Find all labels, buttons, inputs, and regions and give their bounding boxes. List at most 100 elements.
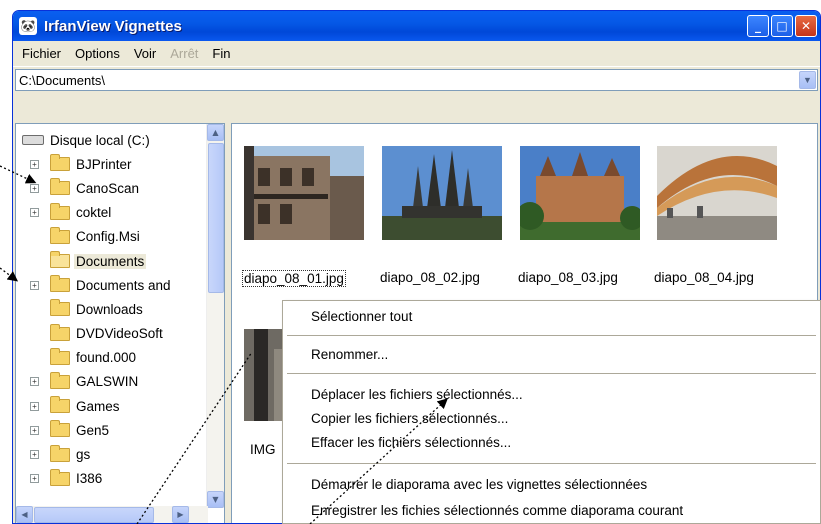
tree-folder-item[interactable]: + coktel: [16, 201, 206, 225]
tree-folder-item[interactable]: + GALSWIN: [16, 370, 206, 394]
expand-plus-icon[interactable]: +: [30, 474, 39, 484]
menu-delete-selected[interactable]: Effacer les fichiers sélectionnés...: [311, 435, 511, 450]
tree-folder-label: gs: [76, 447, 91, 463]
folder-icon: [50, 299, 70, 317]
folder-icon: [50, 323, 70, 341]
tree-vertical-scrollbar[interactable]: ▲ ▼: [206, 124, 224, 508]
tree-folder-item[interactable]: + gs: [16, 442, 206, 466]
thumbnail-image[interactable]: [520, 146, 640, 240]
tree-folder-label: DVDVideoSoft: [76, 326, 163, 342]
tree-folder-label: BJPrinter: [76, 156, 132, 172]
maximize-button[interactable]: □: [771, 15, 793, 37]
address-value: C:\Documents\: [19, 72, 105, 88]
open-folder-icon: [50, 251, 70, 269]
folder-icon: [50, 396, 70, 414]
folder-icon: [50, 202, 70, 220]
expand-plus-icon[interactable]: +: [30, 401, 39, 411]
tree-folder-label: Config.Msi: [76, 229, 140, 245]
folder-icon: [50, 154, 70, 172]
menu-rename[interactable]: Renommer...: [311, 347, 388, 362]
menu-fichier[interactable]: Fichier: [15, 46, 68, 61]
tree-folder-label: Games: [76, 398, 120, 414]
folder-icon: [50, 468, 70, 486]
expand-plus-icon[interactable]: +: [30, 208, 39, 218]
menu-move-selected[interactable]: Déplacer les fichiers sélectionnés...: [311, 387, 523, 402]
title-bar: 🐼 IrfanView Vignettes _ □ ✕: [13, 11, 820, 41]
tree-folder-label: CanoScan: [76, 180, 140, 196]
expand-plus-icon[interactable]: +: [30, 183, 39, 193]
tree-root-drive[interactable]: Disque local (C:): [16, 128, 206, 152]
tree-folder-item[interactable]: + BJPrinter: [16, 152, 206, 176]
tree-folder-label: found.000: [76, 350, 137, 366]
tree-folder-item[interactable]: + Games: [16, 394, 206, 418]
tree-folder-item[interactable]: + I386: [16, 467, 206, 491]
tree-folder-item[interactable]: Config.Msi: [16, 225, 206, 249]
thumbnail-image[interactable]: [657, 146, 777, 240]
tree-folder-label: GALSWIN: [76, 374, 139, 390]
menu-save-as-slideshow[interactable]: Enregistrer les fichies sélectionnés com…: [311, 503, 683, 518]
menu-separator: [287, 335, 816, 336]
thumbnail-filename[interactable]: diapo_08_03.jpg: [518, 270, 618, 285]
folder-icon: [50, 226, 70, 244]
tree-folder-label: Documents and: [76, 277, 171, 293]
tree-folder-label: Gen5: [76, 422, 110, 438]
window-title: IrfanView Vignettes: [44, 17, 182, 35]
tree-root-label: Disque local (C:): [50, 132, 150, 148]
tree-folder-item[interactable]: found.000: [16, 346, 206, 370]
scroll-left-arrow-icon[interactable]: ◀: [16, 506, 33, 523]
expand-plus-icon[interactable]: +: [30, 450, 39, 460]
expand-plus-icon[interactable]: +: [30, 159, 39, 169]
tree-folder-item[interactable]: + Documents and: [16, 273, 206, 297]
scroll-right-arrow-icon[interactable]: ▶: [172, 506, 189, 523]
menu-fin[interactable]: Fin: [205, 46, 237, 61]
menu-arret: Arrêt: [170, 46, 199, 61]
window-controls: _ □ ✕: [747, 15, 817, 37]
thumbnail-filename[interactable]: diapo_08_02.jpg: [380, 270, 480, 285]
folder-icon: [50, 444, 70, 462]
expand-plus-icon[interactable]: +: [30, 280, 39, 290]
tree-hscroll-thumb[interactable]: [34, 507, 154, 523]
tree-folder-label: I386: [76, 471, 103, 487]
tree-folder-label: coktel: [76, 205, 112, 221]
scroll-down-arrow-icon[interactable]: ▼: [207, 491, 224, 508]
folder-icon: [50, 371, 70, 389]
menu-bar: Fichier Options Voir Arrêt Fin: [13, 41, 820, 67]
thumbnail-image[interactable]: [244, 146, 364, 240]
folder-icon: [50, 347, 70, 365]
menu-start-slideshow[interactable]: Démarrer le diaporama avec les vignettes…: [311, 477, 647, 492]
expand-plus-icon[interactable]: +: [30, 425, 39, 435]
tree-scroll-thumb[interactable]: [208, 143, 224, 293]
folder-icon: [50, 420, 70, 438]
menu-voir[interactable]: Voir: [127, 46, 163, 61]
address-combobox[interactable]: C:\Documents\ ▼: [15, 69, 818, 91]
tree-folder-label: Documents: [74, 253, 147, 269]
thumbnail-filename[interactable]: diapo_08_04.jpg: [654, 270, 754, 285]
menu-separator: [287, 463, 816, 464]
minimize-button[interactable]: _: [747, 15, 769, 37]
menu-select-all[interactable]: Sélectionner tout: [311, 309, 412, 324]
drive-icon: [22, 135, 44, 146]
folder-icon: [50, 178, 70, 196]
tree-rows: Disque local (C:) + BJPrinter + CanoScan + co…: [16, 128, 206, 491]
thumbnail-filename[interactable]: diapo_08_01.jpg: [242, 270, 346, 287]
thumbnail-filename[interactable]: IMG: [250, 442, 276, 457]
menu-separator: [287, 373, 816, 374]
tree-folder-item[interactable]: Downloads: [16, 297, 206, 321]
tree-horizontal-scrollbar[interactable]: ◀ ▶: [16, 506, 208, 523]
folder-icon: [50, 275, 70, 293]
thumbnail-image[interactable]: [382, 146, 502, 240]
tree-folder-label: Downloads: [76, 301, 143, 317]
tree-folder-item[interactable]: + Gen5: [16, 418, 206, 442]
folder-tree: Disque local (C:) + BJPrinter + CanoScan + co…: [15, 123, 225, 523]
context-menu: Sélectionner tout Renommer... Déplacer l…: [282, 300, 821, 524]
tree-folder-item[interactable]: Documents: [16, 249, 206, 273]
irfanview-app-icon: 🐼: [19, 17, 37, 35]
chevron-down-icon[interactable]: ▼: [799, 71, 816, 89]
menu-options[interactable]: Options: [68, 46, 127, 61]
expand-plus-icon[interactable]: +: [30, 377, 39, 387]
menu-copy-selected[interactable]: Copier les fichiers sélectionnés...: [311, 411, 508, 426]
tree-folder-item[interactable]: + CanoScan: [16, 176, 206, 200]
scroll-up-arrow-icon[interactable]: ▲: [207, 124, 224, 141]
close-button[interactable]: ✕: [795, 15, 817, 37]
tree-folder-item[interactable]: DVDVideoSoft: [16, 322, 206, 346]
